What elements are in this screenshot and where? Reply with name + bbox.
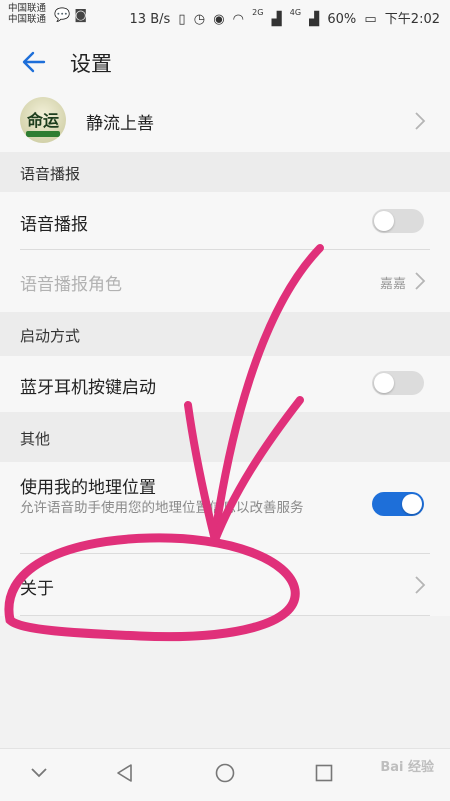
chat-icon: 💬: [54, 8, 71, 23]
app-header: 设置: [0, 34, 450, 90]
notification-icons: 💬 ◙: [54, 8, 87, 23]
eye-icon: ◉: [213, 12, 225, 27]
section-label-startup: 启动方式: [20, 327, 81, 345]
page-title: 设置: [70, 52, 112, 76]
section-header-startup: 启动方式: [0, 312, 450, 356]
network-type-1: 2G: [252, 8, 264, 17]
chevron-right-icon: [415, 576, 426, 594]
battery-icon: ▭: [364, 12, 377, 27]
profile-name: 静流上善: [86, 114, 154, 134]
clock: 下午2:02: [384, 12, 440, 27]
back-arrow-icon[interactable]: [18, 46, 50, 78]
avatar-text: 命运: [26, 111, 59, 130]
back-nav-icon[interactable]: [115, 763, 135, 783]
signal-icon-1: ▟: [271, 12, 282, 27]
profile-row[interactable]: 命运 静流上善: [0, 90, 450, 152]
status-bar: 中国联通 中国联通 💬 ◙ 13 B/s ▯ ◷ ◉ ◠ 2G ▟ 4G ▟ 6…: [0, 0, 450, 34]
chevron-right-icon: [415, 272, 426, 290]
voice-role-value: 嘉嘉: [379, 277, 406, 292]
section-label-other: 其他: [20, 430, 51, 448]
voice-broadcast-label: 语音播报: [20, 215, 88, 235]
voice-role-row[interactable]: 语音播报角色 嘉嘉: [0, 250, 450, 312]
section-header-other: 其他: [0, 412, 450, 462]
battery-percent: 60%: [327, 12, 357, 27]
location-label: 使用我的地理位置: [20, 478, 156, 498]
app-notification-icon: ◙: [74, 8, 87, 23]
wifi-icon: ◠: [232, 12, 245, 27]
toggle-knob: [374, 373, 394, 393]
status-right: 13 B/s ▯ ◷ ◉ ◠ 2G ▟ 4G ▟ 60% ▭ 下午2:02: [126, 8, 440, 27]
vibrate-icon: ▯: [178, 12, 186, 27]
avatar: 命运: [20, 97, 66, 143]
toggle-knob: [402, 494, 422, 514]
home-icon[interactable]: [215, 763, 235, 783]
bluetooth-start-label: 蓝牙耳机按键启动: [20, 378, 156, 398]
bluetooth-start-row[interactable]: 蓝牙耳机按键启动: [0, 356, 450, 412]
section-label-voice: 语音播报: [20, 165, 81, 183]
about-row[interactable]: 关于: [0, 554, 450, 616]
network-type-2: 4G: [289, 8, 302, 17]
voice-role-label: 语音播报角色: [20, 275, 122, 295]
location-toggle[interactable]: [372, 492, 424, 516]
chevron-down-icon[interactable]: [30, 767, 48, 779]
avatar-banner: [26, 131, 60, 137]
location-row[interactable]: 使用我的地理位置 允许语音助手使用您的地理位置信息以改善服务: [0, 462, 450, 554]
bluetooth-start-toggle[interactable]: [372, 371, 424, 395]
chevron-right-icon: [415, 112, 426, 130]
carrier-1: 中国联通: [8, 3, 47, 14]
signal-icon-2: ▟: [309, 12, 320, 27]
carrier-2: 中国联通: [8, 14, 47, 25]
carrier-labels: 中国联通 中国联通: [8, 3, 46, 25]
toggle-knob: [374, 211, 394, 231]
recents-icon[interactable]: [315, 764, 333, 782]
alarm-icon: ◷: [193, 12, 206, 27]
divider: [20, 615, 430, 616]
location-description: 允许语音助手使用您的地理位置信息以改善服务: [20, 500, 304, 516]
voice-broadcast-row[interactable]: 语音播报: [0, 192, 450, 250]
about-label: 关于: [20, 579, 54, 599]
watermark: Bai 经验: [380, 760, 434, 775]
voice-broadcast-toggle[interactable]: [372, 209, 424, 233]
section-header-voice: 语音播报: [0, 152, 450, 192]
network-speed: 13 B/s: [129, 12, 171, 27]
